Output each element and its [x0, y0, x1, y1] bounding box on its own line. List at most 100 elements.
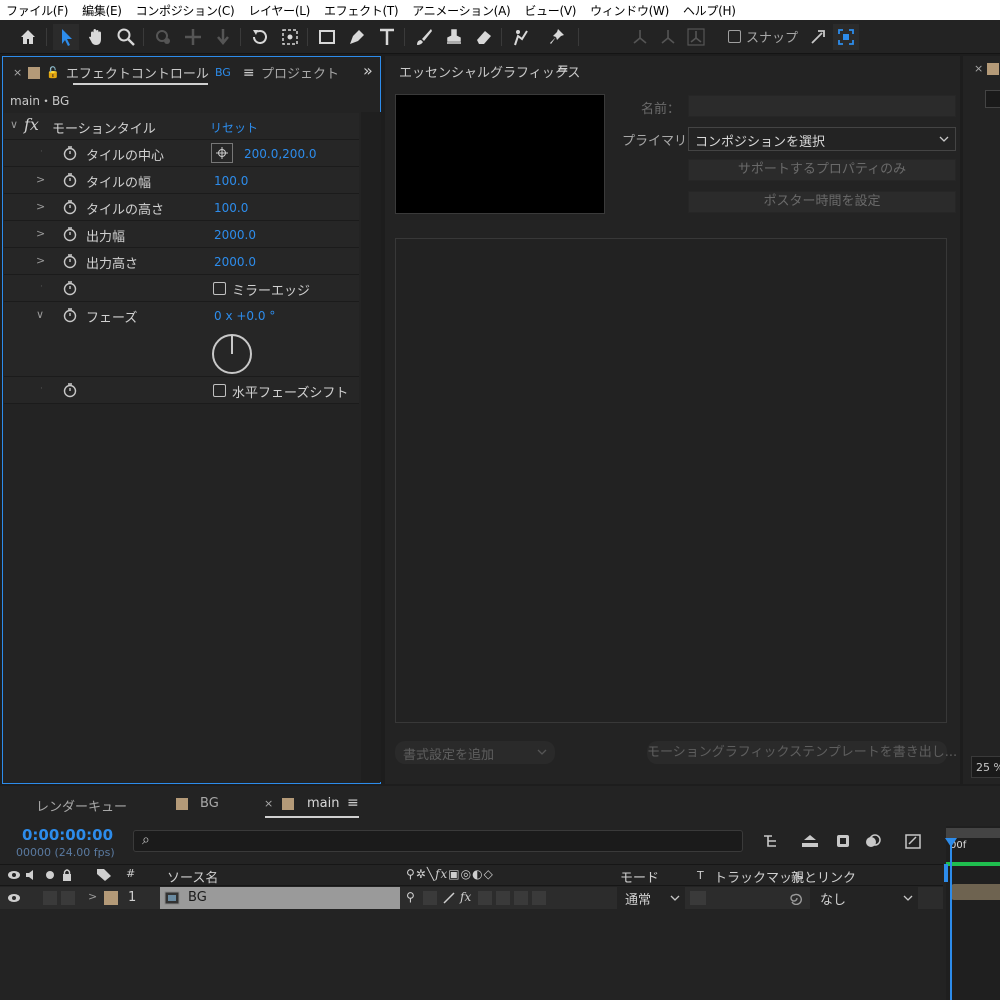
crosshair-icon[interactable]	[211, 143, 233, 163]
panel-menu-icon[interactable]: ≡	[243, 65, 255, 81]
export-template-button[interactable]: モーショングラフィックステンプレートを書き出し...	[647, 741, 957, 764]
mirror-edges-checkbox[interactable]	[213, 282, 226, 295]
adjustment-switch[interactable]	[514, 891, 528, 905]
preserve-transparency-toggle[interactable]	[690, 891, 706, 905]
zoom-level[interactable]: 25 %	[971, 756, 1000, 778]
horizontal-phase-shift-checkbox[interactable]	[213, 384, 226, 397]
prop-value[interactable]: 100.0	[214, 174, 248, 188]
quality-switch-icon[interactable]	[442, 891, 456, 905]
work-area-bar[interactable]	[946, 828, 1000, 838]
frame-blending-icon[interactable]	[864, 832, 882, 850]
expand-tabs-icon[interactable]: »	[363, 61, 373, 80]
close-icon[interactable]: ×	[13, 66, 22, 79]
roto-brush-tool-icon[interactable]	[508, 24, 534, 50]
eraser-tool-icon[interactable]	[471, 24, 497, 50]
stopwatch-icon[interactable]	[62, 172, 78, 188]
panel-menu-icon[interactable]: ≡	[557, 61, 569, 77]
snap-options-icon[interactable]	[805, 24, 831, 50]
panel-menu-icon[interactable]: ≡	[347, 795, 359, 811]
orbit-camera-icon[interactable]	[150, 24, 176, 50]
menu-composition[interactable]: コンポジション(C)	[129, 2, 242, 19]
pan-camera-icon[interactable]	[180, 24, 206, 50]
stopwatch-icon[interactable]	[62, 145, 78, 161]
lock-icon[interactable]: 🔓	[46, 66, 60, 79]
puppet-pin-tool-icon[interactable]	[544, 24, 570, 50]
shy-layers-icon[interactable]	[834, 832, 852, 850]
prop-value[interactable]: 200.0,200.0	[244, 147, 317, 161]
menu-layer[interactable]: レイヤー(L)	[241, 2, 317, 19]
layer-search-input[interactable]: ⌕	[133, 830, 743, 852]
pick-whip-icon[interactable]	[789, 891, 805, 905]
snap-checkbox[interactable]	[728, 30, 741, 43]
menu-edit[interactable]: 編集(E)	[75, 2, 128, 19]
reset-link[interactable]: リセット	[210, 119, 258, 136]
snap-toggle[interactable]: スナップ	[728, 27, 798, 46]
collapse-caret-icon[interactable]: ∨	[10, 118, 18, 131]
brush-tool-icon[interactable]	[411, 24, 437, 50]
motion-blur-switch[interactable]	[496, 891, 510, 905]
expand-caret-icon[interactable]: >	[36, 227, 45, 240]
menu-effect[interactable]: エフェクト(T)	[317, 2, 405, 19]
col-mode[interactable]: モード	[620, 867, 659, 886]
label-tag-icon[interactable]	[96, 868, 112, 882]
stopwatch-icon[interactable]	[62, 253, 78, 269]
tab-effect-controls[interactable]: × 🔓 エフェクトコントロール BG ≡	[13, 63, 255, 83]
col-parent-link[interactable]: 親とリンク	[791, 867, 856, 886]
axis-view-icon[interactable]	[683, 24, 709, 50]
menu-window[interactable]: ウィンドウ(W)	[583, 2, 676, 19]
scrollbar[interactable]	[361, 112, 381, 782]
stopwatch-icon[interactable]	[62, 382, 78, 398]
hand-tool-icon[interactable]	[83, 24, 109, 50]
prop-value[interactable]: 2000.0	[214, 228, 256, 242]
type-tool-icon[interactable]	[374, 24, 400, 50]
playhead-handle[interactable]	[945, 838, 957, 848]
tab-bg[interactable]: BG	[200, 796, 219, 811]
primary-comp-select[interactable]: コンポジションを選択	[688, 127, 956, 151]
tab-render-queue[interactable]: レンダーキュー	[36, 796, 127, 815]
audio-icon[interactable]	[25, 869, 39, 881]
timeline-track-area[interactable]: 00f	[945, 826, 1000, 1000]
menu-animation[interactable]: アニメーション(A)	[405, 2, 517, 19]
extend-view-icon[interactable]	[833, 24, 859, 50]
frame-blend-switch[interactable]	[478, 891, 492, 905]
effect-header-row[interactable]: ∨ fx モーションタイル リセット	[4, 113, 359, 140]
3d-switch[interactable]	[532, 891, 546, 905]
close-icon[interactable]: ×	[264, 797, 273, 810]
expand-caret-icon[interactable]: >	[36, 254, 45, 267]
label-color-swatch[interactable]	[104, 891, 118, 905]
lock-icon[interactable]	[61, 868, 73, 882]
anchor-point-tool-icon[interactable]	[277, 24, 303, 50]
close-icon[interactable]: ×	[974, 62, 983, 75]
tab-main[interactable]: main	[307, 796, 339, 811]
expand-caret-icon[interactable]: >	[36, 173, 45, 186]
angle-dial[interactable]	[210, 332, 254, 376]
supported-properties-button[interactable]: サポートするプロパティのみ	[688, 159, 956, 181]
fx-icon[interactable]: fx	[24, 115, 39, 134]
layer-duration-bar[interactable]	[951, 884, 1000, 900]
collapse-switch[interactable]	[423, 891, 437, 905]
selection-tool-icon[interactable]	[53, 24, 79, 50]
expand-caret-icon[interactable]: >	[36, 200, 45, 213]
prop-value[interactable]: 2000.0	[214, 255, 256, 269]
tab-project[interactable]: プロジェクト	[261, 63, 339, 82]
set-poster-time-button[interactable]: ポスター時間を設定	[688, 191, 956, 213]
prop-value[interactable]: 0 x +0.0 °	[214, 309, 275, 323]
eye-icon[interactable]	[7, 893, 21, 903]
zoom-tool-icon[interactable]	[113, 24, 139, 50]
menu-file[interactable]: ファイル(F)	[0, 2, 75, 19]
solo-toggle[interactable]	[43, 891, 57, 905]
axis-world-icon[interactable]	[655, 24, 681, 50]
stopwatch-icon[interactable]	[62, 280, 78, 296]
stopwatch-icon[interactable]	[62, 307, 78, 323]
shy-switch-icon[interactable]: ⚲	[406, 890, 415, 904]
prop-value[interactable]: 100.0	[214, 201, 248, 215]
layer-source-cell[interactable]: BG	[160, 887, 400, 909]
rotate-tool-icon[interactable]	[247, 24, 273, 50]
stopwatch-icon[interactable]	[62, 199, 78, 215]
pen-tool-icon[interactable]	[344, 24, 370, 50]
add-formatting-dropdown[interactable]: 書式設定を追加	[395, 741, 555, 764]
dolly-camera-icon[interactable]	[210, 24, 236, 50]
fx-switch-icon[interactable]: fx	[460, 890, 471, 904]
col-source-name[interactable]: ソース名	[167, 867, 218, 886]
parent-select[interactable]: なし	[810, 887, 918, 909]
